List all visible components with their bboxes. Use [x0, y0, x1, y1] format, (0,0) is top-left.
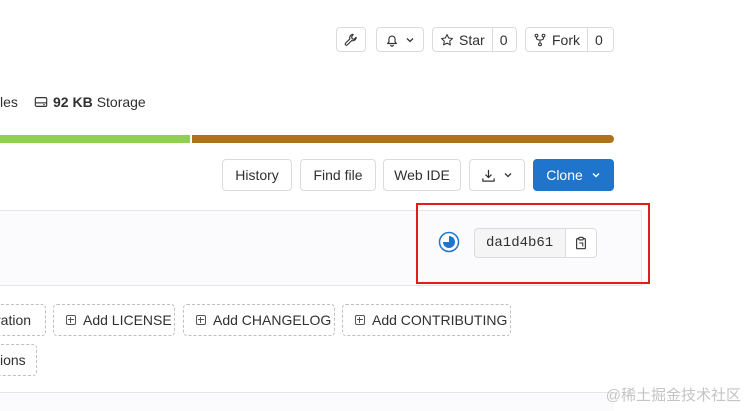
clone-button[interactable]: Clone [533, 159, 614, 191]
file-table-header [0, 392, 614, 411]
language-segment-1 [0, 135, 190, 143]
star-button[interactable]: Star 0 [432, 27, 517, 52]
add-contributing-button[interactable]: Add CONTRIBUTING [342, 304, 511, 336]
history-label: History [235, 167, 279, 183]
notification-button[interactable] [376, 27, 424, 52]
bell-icon [385, 33, 399, 47]
add-license-button[interactable]: Add LICENSE [53, 304, 175, 336]
language-bar [0, 135, 614, 143]
language-segment-2 [192, 135, 614, 143]
add-license-label: Add LICENSE [83, 312, 172, 328]
add-changelog-label: Add CHANGELOG [213, 312, 332, 328]
watermark: @稀土掘金技术社区 [605, 387, 741, 404]
plus-square-icon [196, 315, 206, 325]
partial-action-label: ration [0, 312, 32, 328]
web-ide-button[interactable]: Web IDE [383, 159, 461, 191]
wrench-icon [344, 33, 358, 47]
files-stat[interactable]: les [0, 94, 18, 110]
plus-square-icon [66, 315, 76, 325]
files-stat-label: les [0, 94, 18, 110]
fork-button[interactable]: Fork 0 [525, 27, 614, 52]
storage-stat[interactable]: 92 KB Storage [34, 94, 146, 110]
partial-action-label-2: ions [0, 352, 26, 368]
web-ide-label: Web IDE [394, 167, 450, 183]
chevron-down-icon [591, 170, 601, 180]
chevron-down-icon [405, 35, 415, 45]
storage-label: Storage [96, 94, 146, 110]
download-button[interactable] [469, 159, 525, 191]
highlight-box [416, 203, 650, 284]
find-file-label: Find file [313, 167, 363, 183]
history-button[interactable]: History [222, 159, 292, 191]
star-icon [440, 33, 454, 47]
fork-count[interactable]: 0 [587, 28, 610, 51]
find-file-button[interactable]: Find file [300, 159, 376, 191]
star-count[interactable]: 0 [491, 28, 515, 51]
fork-icon [533, 33, 547, 47]
settings-button[interactable] [336, 27, 366, 52]
plus-square-icon [355, 315, 365, 325]
download-icon [481, 168, 496, 183]
partial-action-button-2[interactable]: ions [0, 344, 37, 376]
storage-icon [34, 95, 48, 109]
star-label: Star [459, 31, 485, 48]
fork-label: Fork [552, 31, 580, 48]
add-changelog-button[interactable]: Add CHANGELOG [183, 304, 335, 336]
add-contributing-label: Add CONTRIBUTING [372, 312, 508, 328]
clone-label: Clone [546, 167, 583, 183]
storage-value: 92 KB [53, 94, 93, 110]
partial-action-button[interactable]: ration [0, 304, 46, 336]
chevron-down-icon [503, 170, 513, 180]
